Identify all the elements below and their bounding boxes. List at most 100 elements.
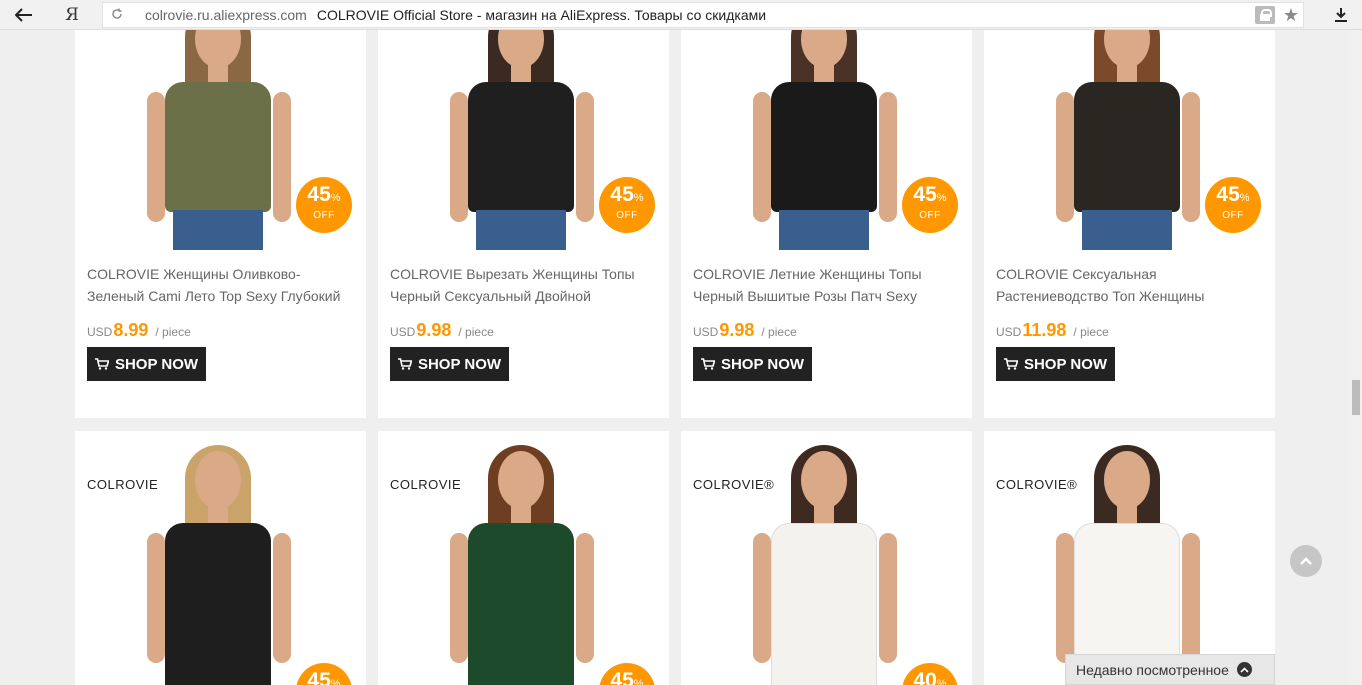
shop-now-button[interactable]: SHOP NOW (996, 347, 1115, 381)
discount-value: 45 (913, 183, 937, 206)
discount-value: 45 (610, 183, 634, 206)
yandex-button[interactable]: Я (48, 0, 96, 30)
discount-value: 45 (1216, 183, 1240, 206)
discount-unit: % (330, 678, 341, 685)
discount-value: 40 (913, 669, 937, 685)
url-host: colrovie.ru.aliexpress.com (145, 7, 307, 23)
product-card[interactable]: COLROVIE45%OFFCOLROVIE Сексуальная Расте… (984, 0, 1275, 418)
discount-value: 45 (610, 669, 634, 685)
brand-logo: COLROVIE (87, 477, 159, 492)
scroll-to-top-button[interactable] (1290, 545, 1322, 577)
brand-logo: COLROVIE (390, 477, 462, 492)
product-card[interactable]: COLROVIE45%OFFCOLROVIE Вырезать Женщины … (378, 0, 669, 418)
chevron-up-icon (1236, 662, 1252, 677)
discount-off-label: OFF (313, 210, 335, 221)
product-card[interactable]: COLROVIE45%OFFCOLROVIE Женщины Оливково-… (75, 0, 366, 418)
price-amount: 11.98 (1022, 320, 1067, 340)
product-card[interactable]: COLROVIE® (984, 431, 1275, 685)
discount-badge: 40% (902, 663, 958, 685)
download-icon (1335, 8, 1347, 22)
discount-badge: 45% OFF (296, 177, 352, 233)
recently-viewed-panel[interactable]: Недавно посмотренное (1065, 654, 1275, 685)
model-photo (145, 441, 295, 685)
shop-now-label: SHOP NOW (417, 355, 502, 373)
price-unit: / piece (155, 325, 191, 339)
price-currency: USD (996, 325, 1022, 339)
model-photo (448, 441, 598, 685)
discount-off-label: OFF (919, 210, 941, 221)
discount-unit: % (633, 192, 644, 204)
price-unit: / piece (1073, 325, 1109, 339)
price-currency: USD (390, 325, 416, 339)
discount-unit: % (936, 678, 947, 685)
recently-viewed-label: Недавно посмотренное (1076, 661, 1229, 678)
discount-unit: % (1239, 192, 1250, 204)
product-image[interactable]: COLROVIE45%OFF (984, 0, 1275, 250)
cart-icon (94, 358, 109, 370)
download-button[interactable] (1326, 0, 1356, 30)
shop-now-button[interactable]: SHOP NOW (390, 347, 509, 381)
brand-logo: COLROVIE® (693, 477, 775, 492)
arrow-left-icon (15, 7, 32, 22)
discount-badge: 45% OFF (902, 177, 958, 233)
product-title-link[interactable]: COLROVIE Вырезать Женщины Топы Черный Се… (390, 263, 658, 307)
discount-value: 45 (307, 669, 331, 685)
discount-badge: 45% OFF (1205, 177, 1261, 233)
scrollbar-thumb[interactable] (1352, 380, 1360, 415)
product-image[interactable]: COLROVIE45%OFF (378, 0, 669, 250)
price-amount: 9.98 (719, 320, 755, 340)
model-photo (145, 0, 295, 250)
discount-unit: % (330, 192, 341, 204)
price-row: USD 9.98 / piece (693, 320, 797, 341)
cart-icon (700, 358, 715, 370)
product-image[interactable]: COLROVIE® 40% (681, 441, 972, 685)
brand-logo: COLROVIE® (996, 477, 1078, 492)
product-card[interactable]: COLROVIE® 40% (681, 431, 972, 685)
page-title: COLROVIE Official Store - магазин на Ali… (316, 7, 767, 23)
discount-unit: % (936, 192, 947, 204)
product-image[interactable]: COLROVIE45%OFF (681, 0, 972, 250)
back-button[interactable] (0, 0, 48, 30)
address-bar[interactable]: colrovie.ru.aliexpress.com COLROVIE Offi… (102, 2, 1304, 28)
price-currency: USD (693, 325, 719, 339)
browser-toolbar: Я colrovie.ru.aliexpress.com COLROVIE Of… (0, 0, 1362, 30)
product-card[interactable]: COLROVIE45%OFFCOLROVIE Летние Женщины То… (681, 0, 972, 418)
reload-icon[interactable] (103, 8, 131, 23)
chevron-up-icon (1300, 557, 1312, 565)
model-photo (1054, 0, 1204, 250)
price-row: USD 11.98 / piece (996, 320, 1109, 341)
price-unit: / piece (458, 325, 494, 339)
shop-now-label: SHOP NOW (1023, 355, 1108, 373)
cart-icon (397, 358, 412, 370)
product-image[interactable]: COLROVIE 45% (75, 441, 366, 685)
shop-now-button[interactable]: SHOP NOW (87, 347, 206, 381)
price-amount: 8.99 (113, 320, 149, 340)
discount-off-label: OFF (1222, 210, 1244, 221)
page-scrollbar[interactable] (1350, 30, 1362, 685)
bookmark-star-icon[interactable]: ★ (1283, 5, 1299, 26)
product-title-link[interactable]: COLROVIE Женщины Оливково-Зеленый Cami Л… (87, 263, 355, 307)
discount-value: 45 (307, 183, 331, 206)
discount-unit: % (633, 678, 644, 685)
product-card[interactable]: COLROVIE 45% (75, 431, 366, 685)
price-row: USD 9.98 / piece (390, 320, 494, 341)
price-amount: 9.98 (416, 320, 452, 340)
shop-now-button[interactable]: SHOP NOW (693, 347, 812, 381)
product-card[interactable]: COLROVIE 45% (378, 431, 669, 685)
model-photo (751, 0, 901, 250)
shop-now-label: SHOP NOW (720, 355, 805, 373)
product-title-link[interactable]: COLROVIE Сексуальная Растениеводство Топ… (996, 263, 1264, 307)
lock-icon[interactable] (1254, 6, 1275, 24)
discount-badge: 45% (599, 663, 655, 685)
discount-badge: 45% (296, 663, 352, 685)
shop-now-label: SHOP NOW (114, 355, 199, 373)
price-currency: USD (87, 325, 113, 339)
discount-off-label: OFF (616, 210, 638, 221)
product-image[interactable]: COLROVIE 45% (378, 441, 669, 685)
model-photo (448, 0, 598, 250)
product-image[interactable]: COLROVIE® (984, 441, 1275, 685)
product-title-link[interactable]: COLROVIE Летние Женщины Топы Черный Выши… (693, 263, 961, 307)
price-unit: / piece (761, 325, 797, 339)
product-image[interactable]: COLROVIE45%OFF (75, 0, 366, 250)
price-row: USD 8.99 / piece (87, 320, 191, 341)
